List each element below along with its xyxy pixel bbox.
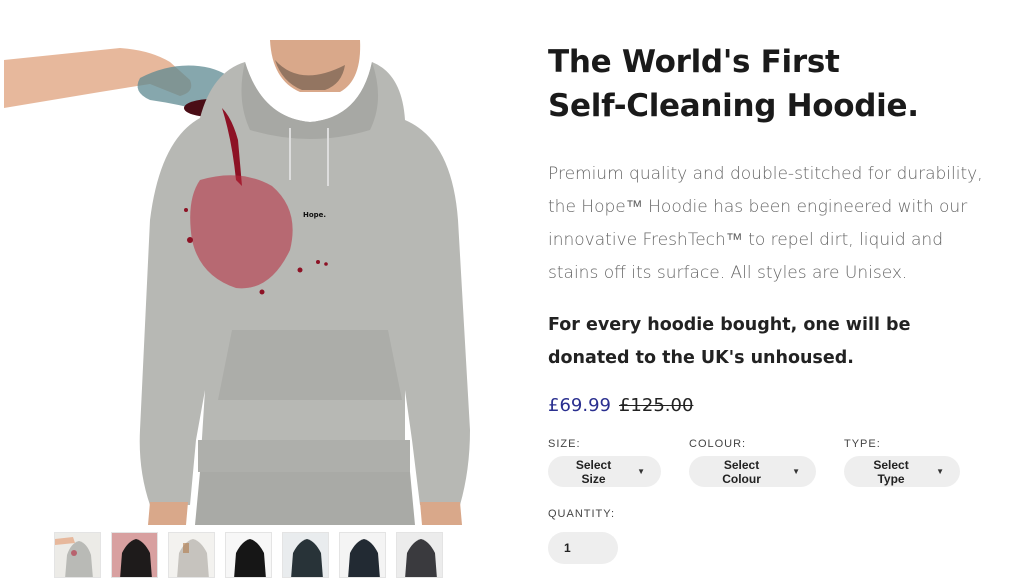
model-hand-right (420, 502, 462, 525)
thumbnail-grey-wine[interactable] (54, 532, 101, 578)
colour-option: COLOUR: Select Colour ▼ (689, 438, 844, 487)
thumbnail-dark-teal[interactable] (282, 532, 329, 578)
quantity-label: QUANTITY: (548, 508, 616, 520)
chevron-down-icon: ▼ (637, 467, 645, 476)
product-title-line1: The World's First (548, 44, 840, 80)
product-title: The World's First Self-Cleaning Hoodie. (548, 40, 988, 128)
size-select[interactable]: Select Size ▼ (548, 456, 661, 487)
thumbnail-navy[interactable] (339, 532, 386, 578)
hoodie-waistband (198, 440, 410, 472)
product-options: SIZE: Select Size ▼ COLOUR: Select Colou… (548, 438, 960, 487)
size-label: SIZE: (548, 438, 581, 450)
type-select-value: Select Type (873, 457, 909, 486)
type-option: TYPE: Select Type ▼ (844, 438, 960, 487)
model-trousers (195, 472, 415, 525)
type-select[interactable]: Select Type ▼ (844, 456, 960, 487)
chevron-down-icon: ▼ (936, 467, 944, 476)
thumbnail-strip (54, 532, 443, 578)
hoodie-photo: Hope. (4, 40, 470, 525)
thumbnail-charcoal[interactable] (396, 532, 443, 578)
model-hand-left (148, 502, 188, 525)
quantity-group: QUANTITY: (548, 508, 618, 564)
thumbnail-grey-stain[interactable] (168, 532, 215, 578)
size-select-value: Select Size (575, 457, 612, 486)
hoodie-pocket (218, 330, 402, 400)
chest-print-text: Hope. (303, 211, 326, 219)
colour-select[interactable]: Select Colour ▼ (689, 456, 816, 487)
charity-statement: For every hoodie bought, one will be don… (548, 315, 911, 368)
product-description: Premium quality and double-stitched for … (548, 164, 983, 283)
thumbnail-black[interactable] (225, 532, 272, 578)
type-label: TYPE: (844, 438, 881, 450)
colour-select-value: Select Colour (722, 457, 761, 486)
chevron-down-icon: ▼ (792, 467, 800, 476)
product-main-image: Hope. (0, 0, 520, 525)
colour-label: COLOUR: (689, 438, 747, 450)
price-current: £69.99 (548, 395, 611, 416)
price-row: £69.99 £125.00 (548, 395, 988, 416)
price-old: £125.00 (618, 395, 694, 416)
size-option: SIZE: Select Size ▼ (548, 438, 689, 487)
product-title-line2: Self-Cleaning Hoodie. (548, 88, 919, 124)
product-details: The World's First Self-Cleaning Hoodie. … (548, 40, 988, 416)
quantity-input[interactable] (548, 532, 618, 564)
thumbnail-black-red[interactable] (111, 532, 158, 578)
